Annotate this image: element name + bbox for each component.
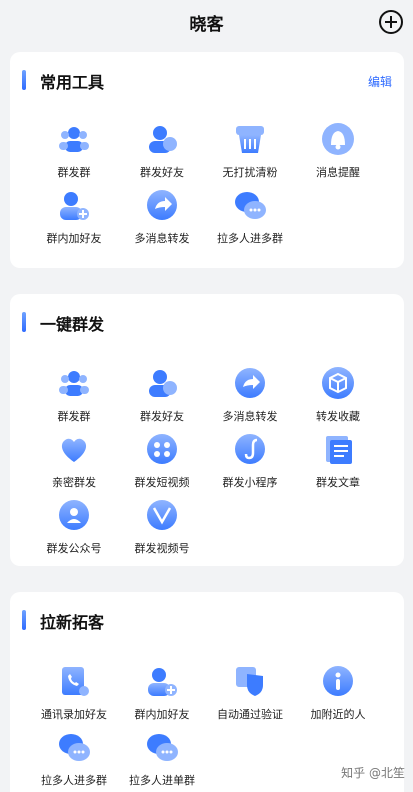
section-title: 一键群发 bbox=[40, 315, 105, 334]
section-accent-bar bbox=[22, 70, 26, 90]
tool-item-label: 群内加好友 bbox=[46, 232, 102, 245]
tool-item-label: 拉多人进多群 bbox=[217, 232, 283, 245]
section-title: 拉新拓客 bbox=[40, 613, 105, 632]
section-acquire-customers: 拉新拓客 通讯录加好友 群内加好友 自动通过验证 加附近的人拉多人进多群 拉多人进单群 bbox=[10, 592, 404, 792]
video-icon bbox=[145, 432, 179, 466]
tool-item[interactable]: 亲密群发 bbox=[25, 432, 123, 498]
tool-item[interactable]: 自动通过验证 bbox=[201, 664, 299, 730]
app-header: 晓客 bbox=[0, 0, 413, 44]
chat-bubbles-icon bbox=[233, 188, 267, 222]
tool-item[interactable]: 多消息转发 bbox=[113, 188, 211, 254]
tool-item[interactable]: 转发收藏 bbox=[289, 366, 387, 432]
group-send-icon bbox=[57, 122, 91, 156]
page-title: 晓客 bbox=[189, 14, 224, 35]
tool-item[interactable]: 群发群 bbox=[25, 366, 123, 432]
tool-item[interactable]: 群发好友 bbox=[113, 366, 211, 432]
forward-icon bbox=[233, 366, 267, 400]
tool-item-label: 多消息转发 bbox=[222, 410, 278, 423]
tool-item-label: 亲密群发 bbox=[52, 476, 96, 489]
tool-item-label: 转发收藏 bbox=[316, 410, 360, 423]
tool-item[interactable]: 群发好友 bbox=[113, 122, 211, 188]
section-common-tools: 常用工具 编辑 群发群 群发好友 无打扰清粉 消息提醒群内加好友 多消息转发 拉多人进多群 bbox=[10, 52, 404, 268]
tool-item-label: 群发文章 bbox=[316, 476, 360, 489]
tool-item[interactable]: 群发公众号 bbox=[25, 498, 123, 564]
article-icon bbox=[321, 432, 355, 466]
section-header: 一键群发 bbox=[10, 294, 404, 350]
section-header: 常用工具 编辑 bbox=[10, 52, 404, 108]
tool-item[interactable]: 群内加好友 bbox=[25, 188, 123, 254]
tool-item-label: 拉多人进单群 bbox=[129, 774, 195, 787]
add-friend-icon bbox=[145, 664, 179, 698]
tool-item-label: 群发短视频 bbox=[134, 476, 190, 489]
section-one-click-send: 一键群发 群发群 群发好友 多消息转发 转发收藏亲密群发 群发短视频 群发小程序 群发文章群… bbox=[10, 294, 404, 566]
tool-item-label: 自动通过验证 bbox=[217, 708, 283, 721]
tool-item-label: 群内加好友 bbox=[134, 708, 190, 721]
edit-button[interactable]: 编辑 bbox=[368, 73, 392, 90]
tool-item[interactable]: 群发小程序 bbox=[201, 432, 299, 498]
tool-item[interactable]: 无打扰清粉 bbox=[201, 122, 299, 188]
clean-fans-icon bbox=[233, 122, 267, 156]
add-friend-icon bbox=[57, 188, 91, 222]
section-title: 常用工具 bbox=[40, 73, 105, 92]
friend-send-icon bbox=[145, 366, 179, 400]
tool-item-label: 群发视频号 bbox=[134, 542, 190, 555]
channels-icon bbox=[145, 498, 179, 532]
tool-item-label: 无打扰清粉 bbox=[222, 166, 278, 179]
location-icon bbox=[321, 664, 355, 698]
tool-item-label: 多消息转发 bbox=[134, 232, 190, 245]
official-account-icon bbox=[57, 498, 91, 532]
tool-item[interactable]: 加附近的人 bbox=[289, 664, 387, 730]
cube-icon bbox=[321, 366, 355, 400]
tool-item[interactable]: 拉多人进多群 bbox=[201, 188, 299, 254]
tool-item[interactable]: 多消息转发 bbox=[201, 366, 299, 432]
tool-item[interactable]: 消息提醒 bbox=[289, 122, 387, 188]
heart-icon bbox=[57, 432, 91, 466]
add-icon[interactable] bbox=[379, 10, 403, 34]
tool-item[interactable]: 拉多人进多群 bbox=[25, 730, 123, 792]
bell-icon bbox=[321, 122, 355, 156]
verify-icon bbox=[233, 664, 267, 698]
group-send-icon bbox=[57, 366, 91, 400]
chat-bubbles-icon bbox=[145, 730, 179, 764]
contacts-icon bbox=[57, 664, 91, 698]
tool-item-label: 通讯录加好友 bbox=[41, 708, 107, 721]
tool-item-label: 拉多人进多群 bbox=[41, 774, 107, 787]
tool-item[interactable]: 通讯录加好友 bbox=[25, 664, 123, 730]
miniprogram-icon bbox=[233, 432, 267, 466]
section-accent-bar bbox=[22, 610, 26, 630]
tool-item[interactable]: 群发文章 bbox=[289, 432, 387, 498]
tool-item-label: 群发公众号 bbox=[46, 542, 102, 555]
tool-item[interactable]: 群发群 bbox=[25, 122, 123, 188]
tool-item-label: 群发小程序 bbox=[222, 476, 278, 489]
tool-item-label: 消息提醒 bbox=[316, 166, 360, 179]
tool-item-label: 群发好友 bbox=[140, 166, 184, 179]
section-accent-bar bbox=[22, 312, 26, 332]
watermark: 知乎 @北笙 bbox=[341, 766, 405, 780]
tool-item-label: 群发群 bbox=[57, 166, 91, 179]
tool-item[interactable]: 群发视频号 bbox=[113, 498, 211, 564]
tool-item[interactable]: 拉多人进单群 bbox=[113, 730, 211, 792]
tool-item-label: 加附近的人 bbox=[310, 708, 366, 721]
tool-item-label: 群发好友 bbox=[140, 410, 184, 423]
section-header: 拉新拓客 bbox=[10, 592, 404, 648]
tool-item[interactable]: 群内加好友 bbox=[113, 664, 211, 730]
tool-item[interactable]: 群发短视频 bbox=[113, 432, 211, 498]
chat-bubbles-icon bbox=[57, 730, 91, 764]
forward-icon bbox=[145, 188, 179, 222]
tool-item-label: 群发群 bbox=[57, 410, 91, 423]
friend-send-icon bbox=[145, 122, 179, 156]
